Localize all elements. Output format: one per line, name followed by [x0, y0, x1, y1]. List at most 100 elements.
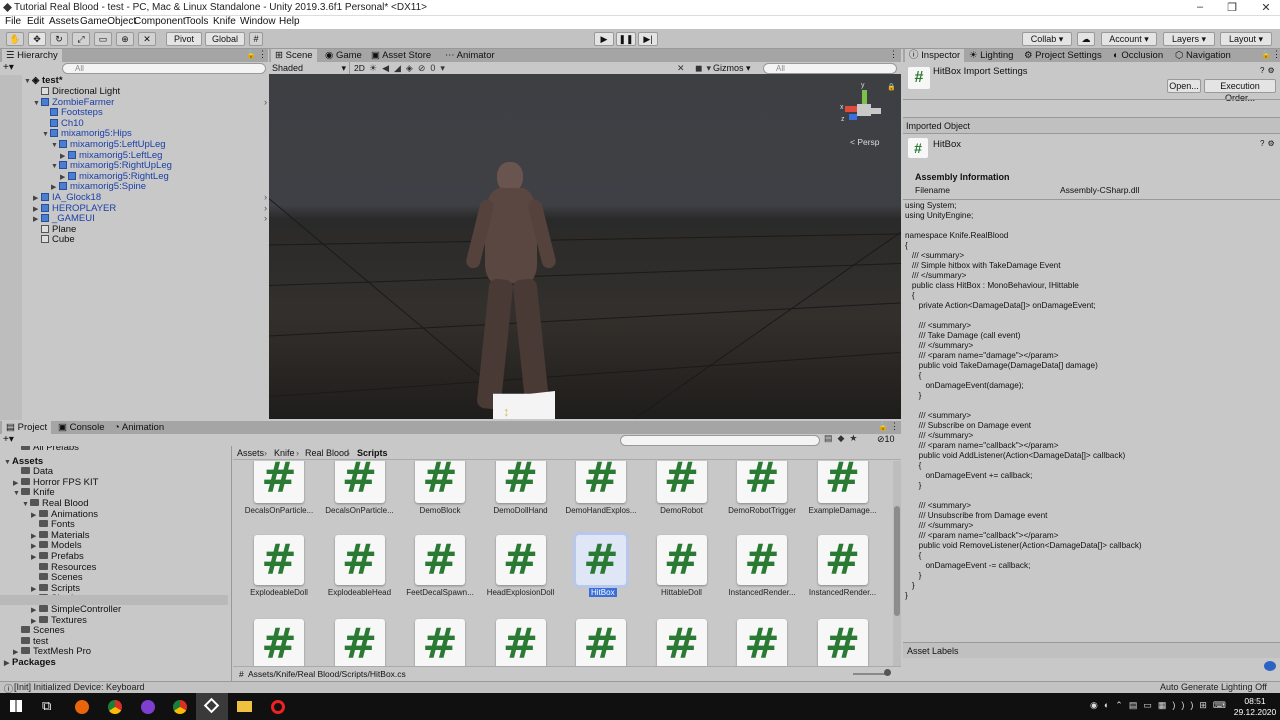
axis-x-arrow[interactable]	[845, 106, 857, 112]
project-folder-item[interactable]: ▶ Animations	[31, 509, 98, 520]
tray-icons[interactable]: ◉◐⌃▤▭▦)))⊞⌨	[1090, 700, 1232, 711]
script-asset-tile[interactable]: #	[656, 461, 707, 503]
script-asset-tile[interactable]: #	[576, 619, 626, 666]
app-icon[interactable]	[141, 700, 155, 714]
script-asset-tile[interactable]: #	[334, 619, 385, 666]
snap-icon[interactable]: #	[249, 32, 263, 46]
project-folder-item[interactable]: Scenes	[13, 625, 65, 636]
scene-view-toggles-icon[interactable]: ☀◀◢◈⊘0▾	[369, 62, 450, 74]
hierarchy-item[interactable]: Cube	[33, 234, 75, 245]
layers-dropdown[interactable]: Layers ▾	[1163, 32, 1215, 46]
scene-lock-icon[interactable]: 🔒	[887, 83, 896, 91]
open-prefab-chevron-icon[interactable]: ›	[264, 213, 267, 224]
expand-arrow-icon[interactable]: ▼	[22, 499, 30, 510]
status-message[interactable]: [Init] Initialized Device: Keyboard	[14, 682, 145, 692]
script-asset-tile[interactable]: #	[656, 619, 707, 666]
script-asset-tile[interactable]: #	[737, 461, 787, 503]
asset-label[interactable]: HittableDoll	[640, 588, 724, 597]
script-asset-tile[interactable]: #	[737, 619, 787, 666]
tab-project-settings[interactable]: ⚙ Project Settings	[1020, 49, 1106, 62]
expand-arrow-icon[interactable]: ▼	[42, 129, 50, 140]
script-asset-tile[interactable]: #	[737, 535, 787, 585]
2d-toggle[interactable]: 2D	[354, 62, 365, 74]
script-asset-tile[interactable]: #	[254, 619, 304, 666]
hierarchy-item[interactable]: ▶ IA_Glock18 ›	[33, 192, 267, 203]
step-button[interactable]: ▶|	[638, 32, 658, 46]
expand-arrow-icon[interactable]: ▼	[33, 98, 41, 109]
chrome-icon[interactable]	[108, 700, 122, 714]
script-asset-tile[interactable]: #	[254, 461, 304, 503]
menu-window[interactable]: Window	[240, 16, 276, 27]
zombie-leg-right[interactable]	[512, 278, 550, 410]
collab-dropdown[interactable]: Collab ▾	[1022, 32, 1072, 46]
hierarchy-item[interactable]: ▶ HEROPLAYER ›	[33, 203, 267, 214]
script-asset-tile[interactable]: #	[576, 535, 626, 585]
pivot-toggle[interactable]: Pivot	[166, 32, 202, 46]
asset-label[interactable]: HitBox	[589, 588, 617, 597]
axis-y-arrow[interactable]	[862, 90, 867, 104]
project-folder-item[interactable]: ▶ Prefabs	[31, 551, 84, 562]
expand-arrow-icon[interactable]: ▼	[24, 76, 32, 87]
panel-menu-icon[interactable]: ⋮	[258, 49, 267, 60]
project-folder-item[interactable]: All Prefabs	[13, 446, 79, 453]
gizmos-dropdown[interactable]: Gizmos ▾	[713, 62, 757, 74]
hierarchy-item[interactable]: ▼ mixamorig5:LeftUpLeg	[51, 139, 166, 150]
asset-label[interactable]: ExplodeableDoll	[237, 588, 321, 597]
script-asset-tile[interactable]: #	[334, 461, 385, 503]
asset-grid-scrollbar[interactable]	[893, 461, 901, 666]
tab-asset-store[interactable]: ▣ Asset Store	[367, 49, 435, 62]
hierarchy-item[interactable]: Ch10	[42, 118, 84, 129]
axis-z-arrow[interactable]	[849, 114, 857, 120]
unity-taskbar-active[interactable]	[196, 693, 228, 720]
windows-start-icon[interactable]	[10, 700, 22, 712]
create-button[interactable]: +▾	[3, 62, 14, 73]
project-folder-item[interactable]: ▶ Materials	[31, 530, 90, 541]
asset-label[interactable]: InstancedRender...	[720, 588, 804, 597]
icon-size-slider-thumb[interactable]	[884, 669, 891, 676]
asset-label[interactable]: DecalsOnParticle...	[318, 506, 402, 515]
object-help-settings-icon[interactable]: ?⚙	[1260, 139, 1278, 148]
project-folder-item[interactable]: ▼ Knife	[13, 487, 55, 498]
menu-assets[interactable]: Assets	[49, 16, 79, 27]
play-button[interactable]: ▶	[594, 32, 614, 46]
script-asset-tile[interactable]: #	[817, 619, 868, 666]
asset-label[interactable]: DecalsOnParticle...	[237, 506, 321, 515]
filter-icons[interactable]: ▤◆★	[824, 433, 863, 444]
menu-help[interactable]: Help	[279, 16, 300, 27]
hierarchy-item[interactable]: Plane	[33, 224, 76, 235]
menu-gameobject[interactable]: GameObject	[80, 16, 136, 27]
recorder-icon[interactable]	[271, 700, 285, 714]
task-view-icon[interactable]: ⧉	[42, 698, 51, 714]
hierarchy-item[interactable]: ▼ mixamorig5:RightUpLeg	[51, 160, 172, 171]
script-asset-tile[interactable]: #	[334, 535, 385, 585]
asset-label[interactable]: DemoRobot	[640, 506, 724, 515]
tab-game[interactable]: ◉ Game	[321, 49, 366, 62]
hierarchy-item[interactable]: Directional Light	[33, 86, 120, 97]
expand-arrow-icon[interactable]: ▼	[4, 457, 12, 468]
script-asset-tile[interactable]: #	[415, 535, 465, 585]
expand-arrow-icon[interactable]: ▼	[51, 140, 59, 151]
project-folder-item[interactable]: ▶ Models	[31, 540, 82, 551]
account-dropdown[interactable]: Account ▾	[1101, 32, 1157, 46]
script-asset-tile[interactable]: #	[495, 619, 546, 666]
gizmo-center-cube[interactable]	[857, 104, 871, 116]
menu-component[interactable]: Component	[134, 16, 186, 27]
project-folder-item[interactable]: ▶ SimpleController	[31, 604, 121, 615]
asset-labels-bar[interactable]: Asset Labels	[903, 642, 1280, 658]
hierarchy-item[interactable]: ▼ ZombieFarmer ›	[33, 97, 267, 109]
hierarchy-item[interactable]: ▶ mixamorig5:Spine	[51, 181, 146, 192]
project-menu-icon[interactable]: ⋮	[890, 421, 899, 432]
menu-file[interactable]: File	[5, 16, 21, 27]
breadcrumb-real-blood[interactable]: Real Blood	[305, 448, 349, 458]
project-folder-item[interactable]: ▶ TextMesh Pro	[13, 646, 91, 657]
hierarchy-item[interactable]: Footsteps	[42, 107, 103, 118]
expand-arrow-icon[interactable]: ▼	[13, 488, 21, 499]
script-asset-tile[interactable]: #	[656, 535, 707, 585]
inspector-menu-icon[interactable]: ⋮	[1272, 49, 1280, 60]
hierarchy-item[interactable]: ▶ mixamorig5:RightLeg	[60, 171, 169, 182]
script-asset-tile[interactable]: #	[415, 619, 465, 666]
hierarchy-item[interactable]: ▶ _GAMEUI ›	[33, 213, 267, 224]
menu-knife[interactable]: Knife	[213, 16, 236, 27]
menu-tools[interactable]: Tools	[185, 16, 208, 27]
tab-inspector[interactable]: ⓘ Inspector	[905, 49, 965, 62]
